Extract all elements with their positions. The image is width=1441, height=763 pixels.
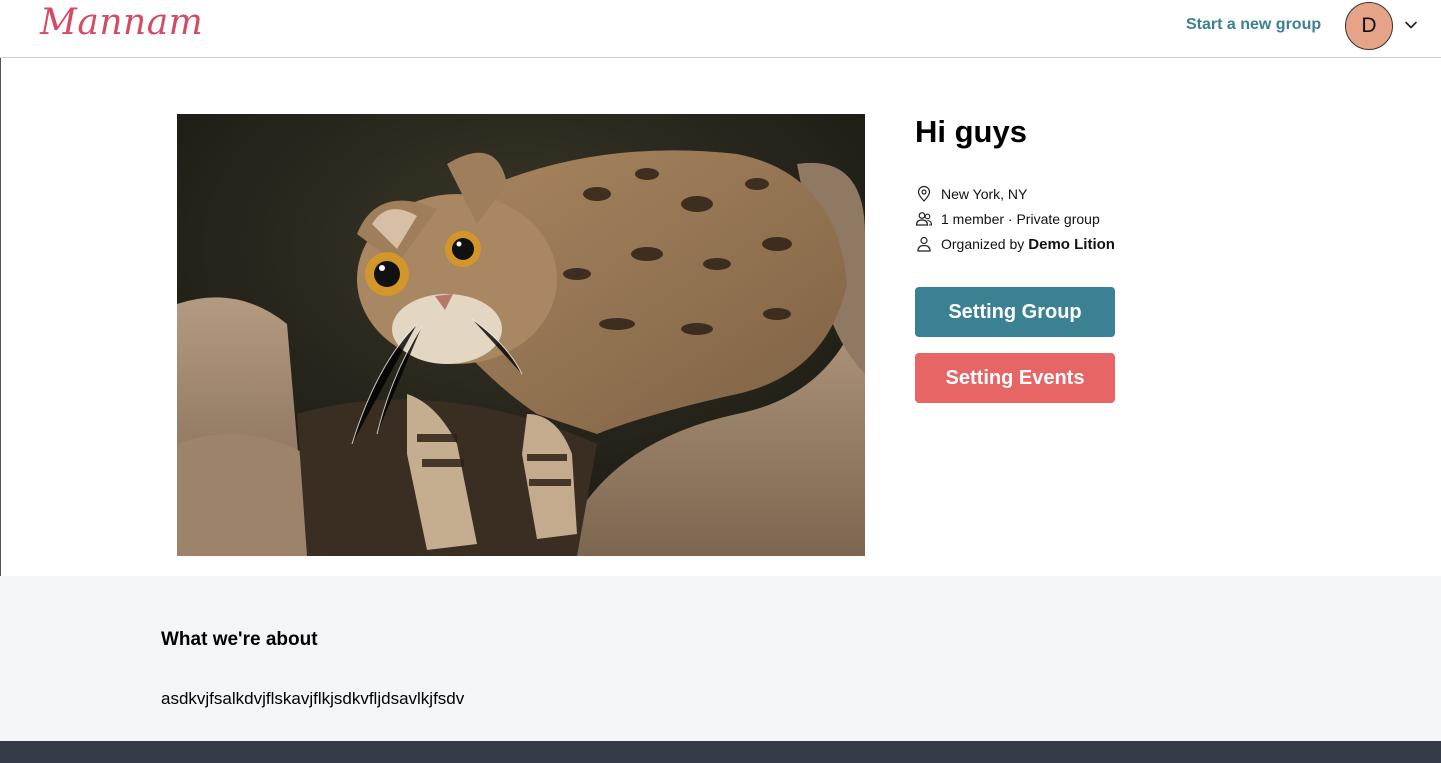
organizer-name[interactable]: Demo Lition: [1028, 236, 1115, 253]
chevron-down-icon[interactable]: [1403, 17, 1419, 33]
start-new-group-link[interactable]: Start a new group: [1186, 16, 1321, 34]
members-icon: [915, 212, 933, 226]
organized-by-label: Organized by: [941, 236, 1025, 252]
about-section: What we're about asdkvjfsalkdvjflskavjfl…: [0, 576, 1441, 741]
location-pin-icon: [917, 185, 931, 202]
members-text: 1 member · Private group: [941, 211, 1100, 227]
about-description: asdkvjfsalkdvjflskavjflkjsdkvfljdsavlkjf…: [161, 689, 465, 708]
top-navbar: Mannam Start a new group D: [0, 0, 1441, 58]
group-cover-photo: [177, 114, 865, 556]
group-organizer: Organized by Demo Lition: [915, 234, 1115, 254]
avatar-initial: D: [1361, 14, 1377, 37]
group-title: Hi guys: [915, 114, 1027, 149]
user-avatar[interactable]: D: [1345, 2, 1393, 50]
setting-group-button[interactable]: Setting Group: [915, 287, 1115, 337]
location-text: New York, NY: [941, 186, 1028, 202]
group-members: 1 member · Private group: [915, 209, 1100, 229]
person-icon: [917, 236, 931, 252]
about-heading: What we're about: [161, 629, 318, 650]
page-footer: [0, 741, 1441, 763]
site-logo[interactable]: Mannam: [40, 2, 203, 43]
group-location: New York, NY: [915, 184, 1027, 204]
setting-events-button[interactable]: Setting Events: [915, 353, 1115, 403]
